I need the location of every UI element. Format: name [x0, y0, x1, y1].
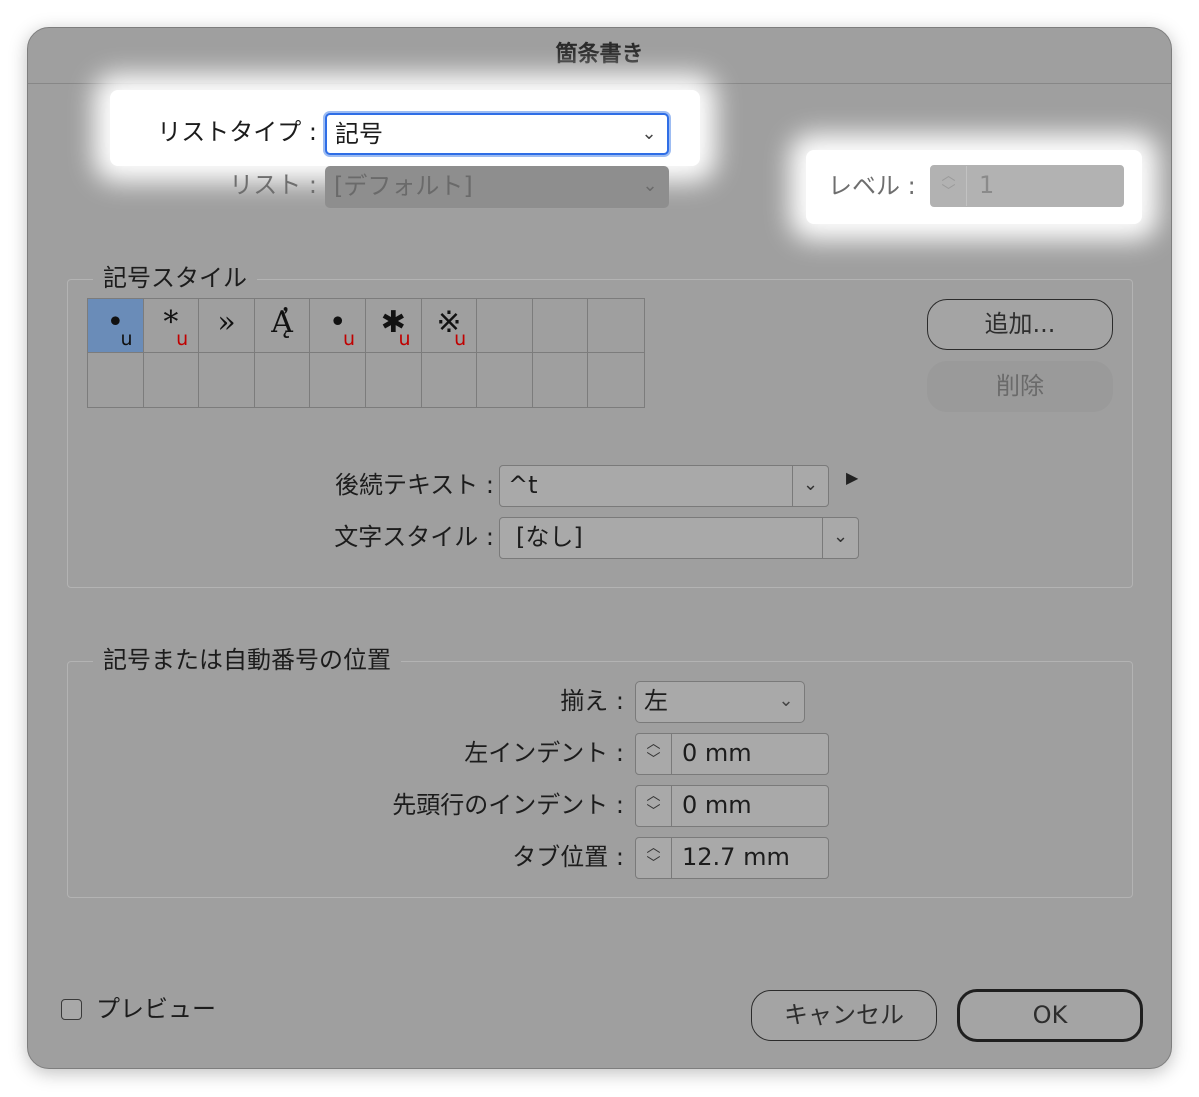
chevron-down-icon: ⌄ [641, 123, 657, 144]
bullets-dialog: 箇条書き リストタイプ : 記号 ⌄ リスト : [デフォルト] ⌄ レベル :… [27, 27, 1172, 1069]
list-select[interactable]: [デフォルト] ⌄ [325, 166, 669, 208]
unicode-mark: u [398, 328, 411, 350]
text-after-value: ^t [508, 471, 538, 499]
unicode-mark: u [342, 328, 355, 350]
left-indent-label: 左インデント : [464, 739, 624, 767]
glyph-cell[interactable] [588, 299, 644, 353]
tab-position-stepper[interactable]: ︿ ﹀ 12.7 mm [635, 837, 829, 879]
glyph-cell[interactable]: ※ u [421, 299, 478, 353]
first-line-indent-stepper[interactable]: ︿ ﹀ 0 mm [635, 785, 829, 827]
glyph-char: ※ [436, 305, 462, 340]
chevron-down-icon[interactable]: ⌄ [792, 466, 828, 506]
chevron-down-icon[interactable]: ⌄ [822, 518, 858, 558]
glyph-cell[interactable]: » [199, 299, 255, 353]
glyph-char: » [217, 305, 236, 340]
left-indent-value: 0 mm [682, 739, 752, 767]
glyph-cell[interactable]: ✱ u [365, 299, 422, 353]
glyph-cell[interactable] [532, 299, 589, 353]
glyph-cell[interactable] [366, 353, 422, 407]
stepper-arrows-icon[interactable]: ︿ ﹀ [636, 838, 672, 878]
first-line-indent-label: 先頭行のインデント : [392, 791, 624, 819]
glyph-cell[interactable]: • u [310, 299, 366, 353]
bullet-style-legend: 記号スタイル [93, 263, 257, 293]
list-value: [デフォルト] [334, 172, 473, 200]
unicode-mark: u [176, 328, 189, 350]
window-title: 箇条書き [28, 28, 1171, 84]
glyph-cell[interactable] [477, 353, 533, 407]
char-style-label: 文字スタイル : [334, 523, 494, 551]
glyph-cell[interactable] [533, 353, 589, 407]
glyph-char: * [163, 305, 179, 340]
glyph-char: Ą̓ [271, 305, 293, 340]
delete-bullet-button[interactable]: 削除 [927, 361, 1113, 412]
text-after-label: 後続テキスト : [335, 471, 494, 499]
glyph-cell[interactable] [477, 299, 533, 353]
glyph-char: • [106, 305, 125, 340]
chevron-down-icon: ⌄ [778, 690, 794, 711]
special-chars-menu-icon[interactable]: ▶ [846, 468, 858, 487]
first-line-indent-value: 0 mm [682, 791, 752, 819]
cancel-button[interactable]: キャンセル [751, 990, 937, 1041]
ok-button[interactable]: OK [957, 989, 1143, 1042]
glyph-cell[interactable] [255, 353, 311, 407]
unicode-mark: u [454, 328, 467, 350]
glyph-cell[interactable] [422, 353, 478, 407]
glyph-cell[interactable] [588, 353, 644, 407]
glyph-char: ✱ [380, 305, 406, 340]
list-type-select[interactable]: 記号 ⌄ [325, 113, 669, 155]
stepper-arrows-icon[interactable]: ︿ ﹀ [636, 786, 672, 826]
glyph-cell[interactable] [88, 353, 144, 407]
glyph-cell[interactable]: Ą̓ [254, 299, 311, 353]
stepper-arrows-icon[interactable]: ︿ ﹀ [636, 734, 672, 774]
list-label: リスト : [229, 171, 317, 199]
tab-position-value: 12.7 mm [682, 843, 790, 871]
text-after-combo[interactable]: ^t ⌄ [499, 465, 829, 507]
glyph-cell[interactable] [199, 353, 255, 407]
alignment-value: 左 [644, 687, 668, 715]
glyph-cell[interactable]: * u [143, 299, 200, 353]
preview-checkbox[interactable] [61, 999, 82, 1020]
alignment-select[interactable]: 左 ⌄ [635, 681, 805, 723]
level-value: 1 [979, 171, 995, 199]
chevron-down-icon: ⌄ [642, 175, 658, 196]
unicode-mark: u [120, 328, 133, 350]
list-type-value: 記号 [335, 120, 383, 148]
glyph-char: • [328, 305, 347, 340]
left-indent-stepper[interactable]: ︿ ﹀ 0 mm [635, 733, 829, 775]
preview-label[interactable]: プレビュー [96, 994, 216, 1024]
char-style-value: [なし] [516, 523, 583, 551]
bullet-glyph-grid: • u * u» Ą̓ • u ✱ u ※ u [87, 298, 645, 408]
level-label: レベル : [828, 172, 916, 200]
add-bullet-button[interactable]: 追加... [927, 299, 1113, 350]
level-stepper[interactable]: ︿ ﹀ 1 [930, 165, 1124, 207]
alignment-label: 揃え : [560, 687, 624, 715]
glyph-cell[interactable] [310, 353, 366, 407]
glyph-cell[interactable]: • u [88, 299, 144, 353]
position-legend: 記号または自動番号の位置 [93, 645, 401, 675]
char-style-combo[interactable]: [なし] ⌄ [499, 517, 859, 559]
stepper-arrows-icon[interactable]: ︿ ﹀ [931, 166, 967, 206]
tab-position-label: タブ位置 : [512, 843, 624, 871]
glyph-cell[interactable] [144, 353, 200, 407]
list-type-label: リストタイプ : [157, 118, 317, 146]
